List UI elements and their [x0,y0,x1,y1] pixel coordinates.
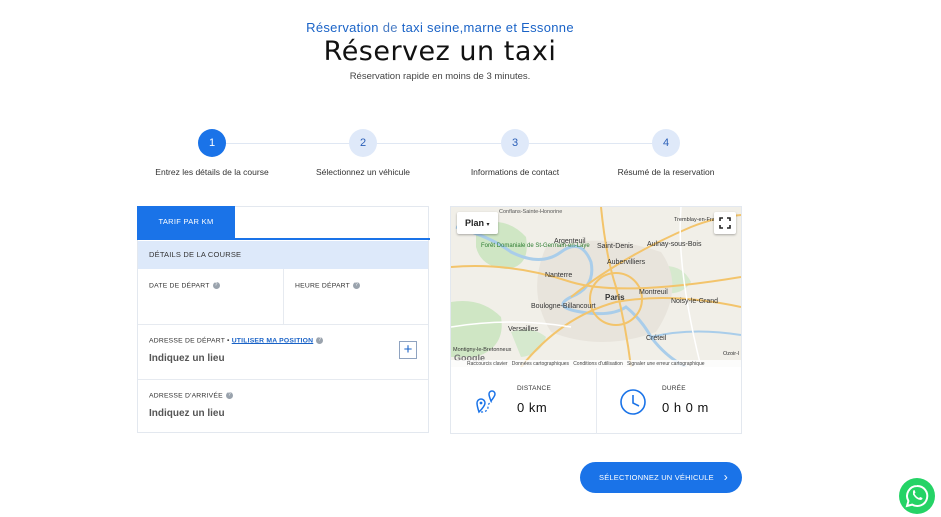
step-3[interactable]: 3 Informations de contact [445,129,585,177]
map-label: Versailles [508,326,538,333]
step-label: Sélectionnez un véhicule [315,167,411,177]
map-data-label: Données cartographiques [511,361,570,367]
help-icon[interactable]: ? [225,392,233,399]
subtitle-part-3: taxi seine,marne et Essonne [401,20,574,35]
section-title: DÉTAILS DE LA COURSE [138,241,428,269]
map-attribution: Raccourcis clavier Données cartographiqu… [451,360,741,367]
row-divider [138,379,428,380]
pickup-address-label-row: ADRESSE DE DÉPART • UTILISER MA POSITION… [149,337,324,345]
help-icon[interactable]: ? [212,282,220,289]
stats-divider [596,368,597,434]
clock-icon [620,389,646,415]
time-field[interactable]: HEURE DÉPART ? [295,282,360,289]
date-field[interactable]: DATE DE DÉPART ? [149,282,220,289]
map-label: Conflans-Sainte-Honorine [499,209,562,215]
field-divider [283,269,284,324]
map-card: Conflans-Sainte-Honorine Argenteuil Forê… [450,206,742,434]
dropoff-address-label-row: ADRESSE D'ARRIVÉE ? [149,392,233,399]
fullscreen-icon [719,217,731,229]
page-subtitle: Réservation de taxi seine,marne et Esson… [0,20,880,35]
step-number: 2 [349,129,377,157]
map-report-error-link[interactable]: Signaler une erreur cartographique [627,361,705,367]
step-label: Résumé de la reservation [617,167,715,177]
distance-value: 0 km [517,400,548,415]
distance-label: DISTANCE [517,385,551,392]
step-number: 3 [501,129,529,157]
date-label: DATE DE DÉPART [149,282,210,290]
ride-details-form: TARIF PAR KM DÉTAILS DE LA COURSE DATE D… [137,206,430,433]
tab-bar: TARIF PAR KM [137,206,430,240]
step-label: Entrez les détails de la course [155,167,269,177]
map-label: Ozoir-l [723,351,739,357]
select-vehicle-label: SÉLECTIONNEZ UN VÉHICULE [599,473,714,482]
tab-tarif-par-km[interactable]: TARIF PAR KM [137,206,235,240]
use-my-position-link[interactable]: UTILISER MA POSITION [232,337,314,344]
subtitle-part-1: Réservation [306,20,379,35]
map-label: Noisy-le-Grand [671,298,718,305]
route-icon [476,390,496,414]
fullscreen-button[interactable] [714,212,736,234]
dropoff-label: ADRESSE D'ARRIVÉE [149,392,223,400]
duration-label: DURÉE [662,385,686,392]
row-divider [138,324,428,325]
help-icon[interactable]: ? [316,337,324,344]
step-number: 4 [652,129,680,157]
map-type-dropdown[interactable]: Plan ▾ [457,212,498,234]
map-type-label: Plan [465,218,485,228]
step-4[interactable]: 4 Résumé de la reservation [596,129,736,177]
map-label: Saint-Denis [597,243,634,250]
duration-value: 0 h 0 m [662,400,709,415]
step-number: 1 [198,129,226,157]
dropoff-address-input[interactable]: Indiquez un lieu [149,408,225,419]
label-separator: • [227,337,230,345]
pickup-address-input[interactable]: Indiquez un lieu [149,353,225,364]
map-keyboard-shortcuts-link[interactable]: Raccourcis clavier [467,361,508,367]
step-label: Informations de contact [470,167,560,177]
add-stop-button[interactable]: + [399,341,417,359]
map-label: Boulogne-Billancourt [531,303,596,310]
page-title: Réservez un taxi [323,36,557,67]
map-label: Paris [605,293,625,302]
map-label: Aubervilliers [607,259,646,266]
chevron-right-icon: › [723,470,728,484]
whatsapp-chat-button[interactable] [899,478,935,514]
map-label: Montreuil [639,289,668,296]
help-icon[interactable]: ? [353,282,360,289]
step-2[interactable]: 2 Sélectionnez un véhicule [293,129,433,177]
map-label: Forêt Domaniale de St-Germain-en-Laye [481,243,590,249]
map-label: Créteil [646,335,667,342]
subtitle-part-2: de [382,20,398,35]
map-terms-link[interactable]: Conditions d'utilisation [573,361,623,367]
chevron-down-icon: ▾ [486,222,490,228]
map-label: Nanterre [545,272,572,279]
map-label: Aulnay-sous-Bois [647,241,702,248]
page-tagline: Réservation rapide en moins de 3 minutes… [349,71,531,82]
select-vehicle-button[interactable]: SÉLECTIONNEZ UN VÉHICULE › [580,462,742,493]
route-map[interactable]: Conflans-Sainte-Honorine Argenteuil Forê… [451,207,741,367]
time-label: HEURE DÉPART [295,282,350,290]
whatsapp-icon [905,484,929,508]
pickup-label: ADRESSE DE DÉPART [149,337,225,345]
step-1[interactable]: 1 Entrez les détails de la course [142,129,282,177]
